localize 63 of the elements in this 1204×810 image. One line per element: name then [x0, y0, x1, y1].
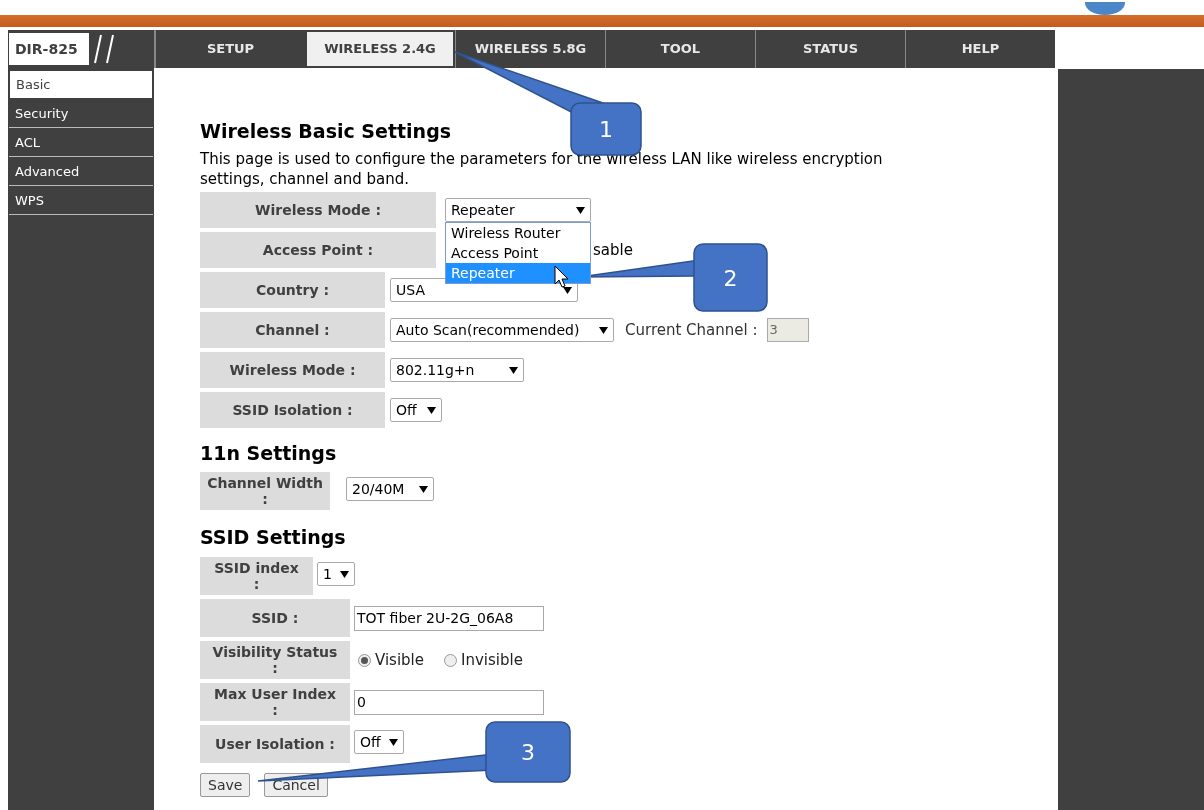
form-button[interactable]: Save [200, 773, 251, 797]
label-line: Channel Width [207, 475, 323, 491]
field-label: Access Point : [200, 232, 436, 268]
radio-button[interactable] [444, 653, 457, 667]
callout-number: 1 [599, 117, 613, 142]
field-label: Wireless Mode : [200, 192, 436, 228]
sidebar-item[interactable]: Basic [9, 70, 153, 99]
dropdown-option[interactable]: Wireless Router [446, 223, 590, 243]
field-label: SSID Isolation : [200, 392, 385, 428]
sidebar-item[interactable]: Security [9, 100, 153, 128]
nav-tab[interactable]: SETUP [155, 30, 305, 68]
text-field[interactable]: TOT fiber 2U-2G_06A8 [354, 605, 544, 631]
field-label: Country : [200, 272, 385, 308]
sidebar-item[interactable]: Advanced [9, 158, 153, 186]
callout-number: 3 [521, 740, 535, 765]
section-heading: 11n Settings [200, 441, 338, 466]
radio-label: Visible [375, 649, 424, 671]
dropdown-select[interactable]: 802.11g+n [390, 358, 524, 382]
dropdown-select[interactable]: Off [390, 398, 442, 422]
page-title: Wireless Basic Settings [200, 119, 452, 144]
label-line: Visibility Status [212, 644, 338, 660]
logo: DIR-825 [9, 33, 89, 65]
caret-icon [599, 326, 608, 334]
dropdown-select[interactable]: Repeater [445, 198, 591, 222]
label-line: User Isolation : [215, 736, 335, 752]
radio-button[interactable] [358, 653, 371, 667]
field-label: Wireless Mode : [200, 352, 385, 388]
label-line: SSID : [251, 610, 299, 626]
dropdown-select[interactable]: Off [354, 730, 404, 754]
nav-tab[interactable]: STATUS [755, 30, 905, 68]
nav-tab[interactable]: TOOL [605, 30, 755, 68]
label-line: : [253, 576, 260, 592]
dropdown-select[interactable]: 1 [317, 562, 355, 586]
caret-icon [427, 406, 436, 414]
sidebar-item[interactable]: ACL [9, 129, 153, 157]
caret-icon [576, 206, 585, 214]
dropdown-option[interactable]: Access Point [446, 243, 590, 263]
label-line: Max User Index [214, 686, 336, 702]
section-heading: SSID Settings [200, 525, 347, 550]
sidebar-item[interactable]: WPS [9, 187, 153, 215]
nav-tab[interactable]: HELP [905, 30, 1055, 68]
dropdown-select[interactable]: 20/40M [346, 477, 434, 501]
caret-icon [389, 738, 398, 746]
nav-tab[interactable]: WIRELESS 2.4G [305, 30, 455, 68]
slashes-icon [93, 33, 117, 65]
field-label: Current Channel : [625, 319, 758, 341]
label-line: : [272, 702, 278, 718]
caret-icon [340, 570, 349, 578]
caret-icon [419, 485, 428, 493]
label-line: : [262, 491, 268, 507]
label-line: SSID index [214, 560, 299, 576]
label-line: : [272, 660, 278, 676]
field-value: sable [593, 239, 633, 261]
dropdown-select[interactable]: Auto Scan(recommended) [390, 318, 614, 342]
radio-label: Invisible [461, 649, 523, 671]
caret-icon [563, 286, 572, 294]
current-channel-field: 3 [766, 318, 809, 342]
nav-tab[interactable]: WIRELESS 5.8G [455, 30, 605, 68]
callout-number: 2 [723, 265, 738, 291]
field-label: Channel : [200, 312, 385, 348]
text-field[interactable]: 0 [354, 689, 544, 715]
globe-icon [1085, 2, 1125, 15]
caret-icon [509, 366, 518, 374]
